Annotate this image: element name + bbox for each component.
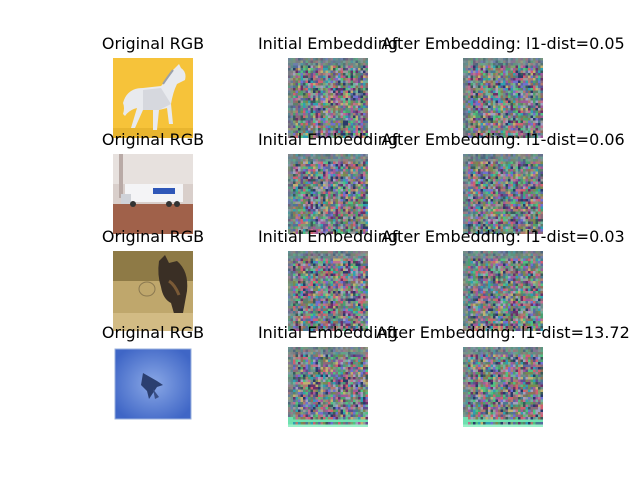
after-embedding-image <box>463 154 543 234</box>
initial-embedding-image <box>288 58 368 138</box>
after-embedding-image <box>463 251 543 331</box>
figure: Original RGB Initial Embedding After Emb… <box>0 0 640 480</box>
initial-embedding-image <box>288 251 368 331</box>
original-title: Original RGB <box>101 323 205 342</box>
after-embedding-image <box>463 347 543 427</box>
initial-embedding-title: Initial Embedding <box>257 227 399 246</box>
after-embedding-image <box>463 58 543 138</box>
original-title: Original RGB <box>101 130 205 149</box>
initial-embedding-image <box>288 154 368 234</box>
initial-embedding-title: Initial Embedding <box>257 34 399 53</box>
initial-embedding-image <box>288 347 368 427</box>
after-embedding-title: After Embedding: l1-dist=13.72 <box>376 323 630 342</box>
after-embedding-title: After Embedding: l1-dist=0.03 <box>381 227 625 246</box>
original-title: Original RGB <box>101 34 205 53</box>
original-image-truck <box>113 154 193 234</box>
after-embedding-title: After Embedding: l1-dist=0.06 <box>381 130 625 149</box>
original-image-horse <box>113 58 193 138</box>
after-embedding-title: After Embedding: l1-dist=0.05 <box>381 34 625 53</box>
original-image-bird <box>113 347 193 427</box>
original-title: Original RGB <box>101 227 205 246</box>
original-image-cat <box>113 251 193 331</box>
initial-embedding-title: Initial Embedding <box>257 130 399 149</box>
